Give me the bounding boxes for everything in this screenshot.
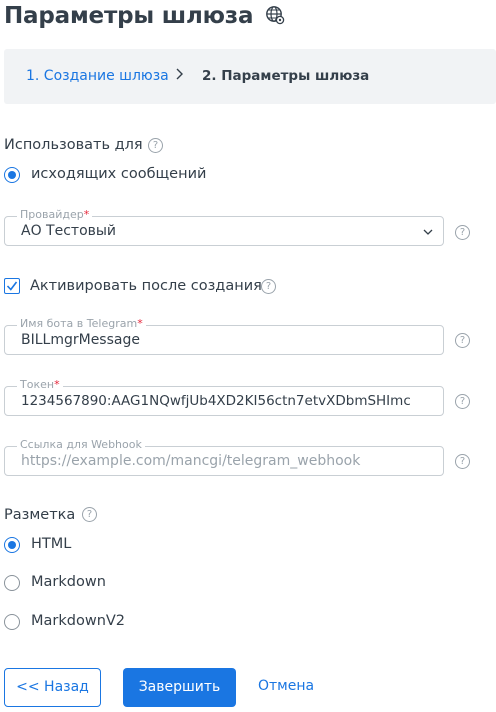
markup-option-markdown: Markdown <box>31 574 106 590</box>
token-value: 1234567890:AAG1NQwfjUb4XD2KI56ctn7etvXDb… <box>21 393 411 409</box>
markup-help-icon[interactable]: ? <box>82 507 97 522</box>
token-legend: Токен* <box>17 378 63 392</box>
activate-label: Активировать после создания <box>30 278 262 294</box>
bot-name-help-icon[interactable]: ? <box>455 333 470 348</box>
breadcrumb-step-create-gateway[interactable]: 1. Создание шлюза <box>26 68 169 84</box>
provider-help-icon[interactable]: ? <box>455 225 470 240</box>
page-title: Параметры шлюза <box>4 3 254 29</box>
chevron-right-icon <box>176 68 183 80</box>
markup-radio-markdown[interactable] <box>4 575 20 591</box>
provider-legend: Провайдер* <box>17 208 93 222</box>
token-help-icon[interactable]: ? <box>455 394 470 409</box>
webhook-placeholder: https://example.com/mancgi/telegram_webh… <box>21 453 361 469</box>
provider-select[interactable]: Провайдер* АО Тестовый <box>4 208 444 246</box>
webhook-legend: Ссылка для Webhook <box>17 438 145 452</box>
bot-name-value: BILLmgrMessage <box>21 332 140 348</box>
use-for-outgoing-label: исходящих сообщений <box>31 166 207 182</box>
bot-name-field[interactable]: Имя бота в Telegram* BILLmgrMessage <box>4 317 444 355</box>
globe-settings-icon <box>266 6 285 25</box>
back-button[interactable]: << Назад <box>4 668 101 707</box>
breadcrumb: 1. Создание шлюза 2. Параметры шлюза <box>4 49 496 104</box>
use-for-help-icon[interactable]: ? <box>148 138 163 153</box>
markup-radio-markdownv2[interactable] <box>4 614 20 630</box>
provider-value: АО Тестовый <box>21 223 117 239</box>
use-for-outgoing-radio[interactable] <box>4 167 20 183</box>
markup-option-html: HTML <box>31 536 72 552</box>
bot-name-legend: Имя бота в Telegram* <box>17 317 146 331</box>
token-field[interactable]: Токен* 1234567890:AAG1NQwfjUb4XD2KI56ctn… <box>4 378 444 416</box>
activate-help-icon[interactable]: ? <box>261 279 276 294</box>
checkmark-icon <box>6 281 18 291</box>
cancel-link[interactable]: Отмена <box>258 678 314 694</box>
activate-checkbox[interactable] <box>4 278 20 294</box>
markup-label: Разметка <box>4 507 76 523</box>
use-for-label: Использовать для <box>4 137 143 153</box>
breadcrumb-step-gateway-params: 2. Параметры шлюза <box>202 68 370 84</box>
finish-button[interactable]: Завершить <box>123 668 236 707</box>
chevron-down-icon <box>423 229 433 235</box>
webhook-help-icon[interactable]: ? <box>455 454 470 469</box>
markup-radio-html[interactable] <box>4 537 20 553</box>
markup-option-markdownv2: MarkdownV2 <box>31 613 126 629</box>
webhook-field[interactable]: Ссылка для Webhook https://example.com/m… <box>4 438 444 476</box>
